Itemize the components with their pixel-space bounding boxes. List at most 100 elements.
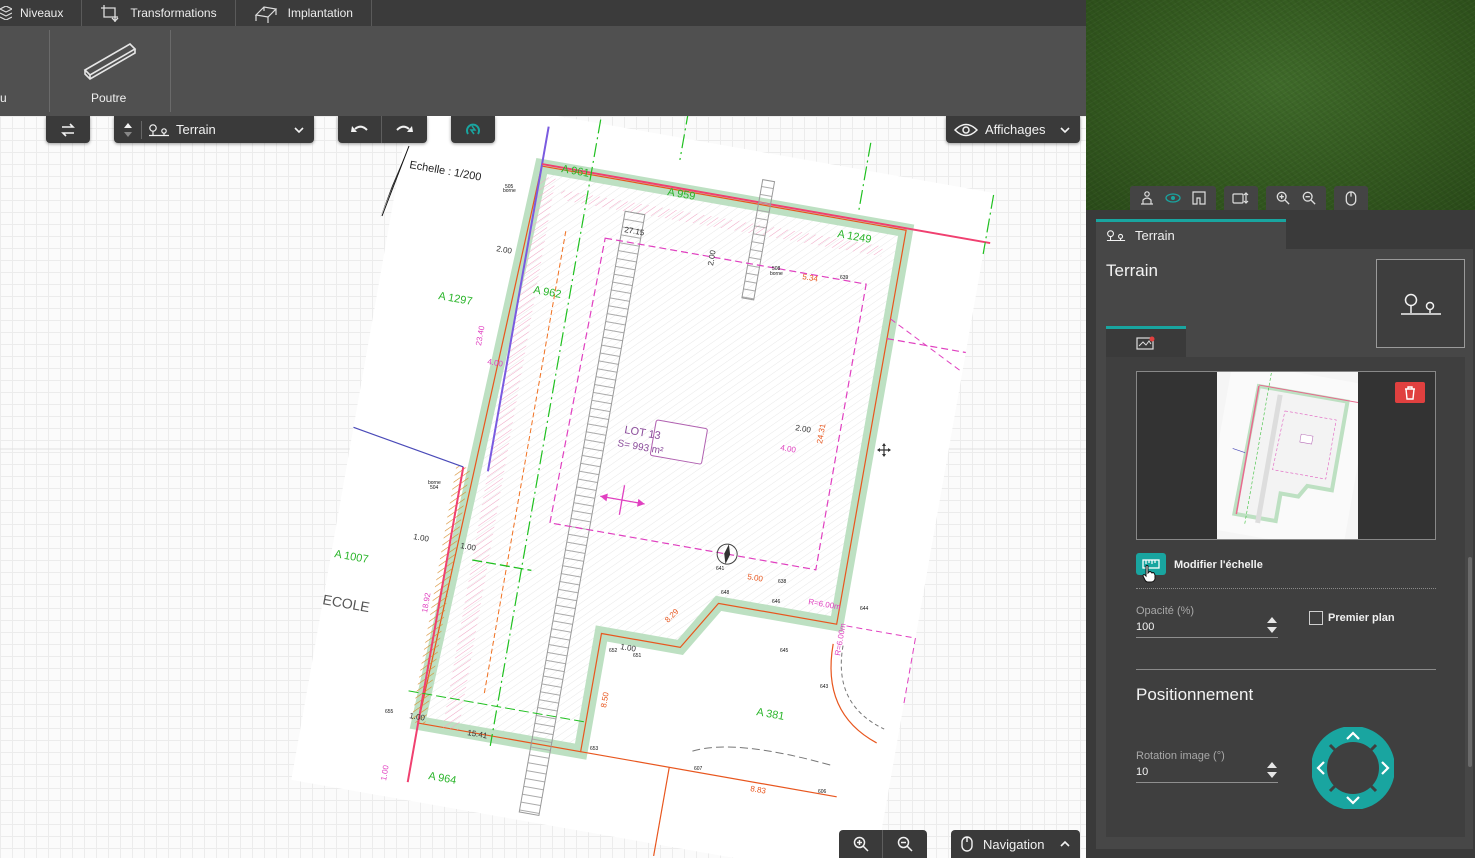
opacity-value: 100 (1136, 621, 1155, 633)
mouse-icon (1345, 190, 1357, 206)
level-select-divider (141, 120, 142, 139)
panel-body: Terrain Modifier l'échelle Opacité (%) 1… (1096, 249, 1473, 849)
menu-niveaux[interactable]: Niveaux (0, 0, 83, 26)
preview-mouse-group (1334, 186, 1368, 210)
positioning-title: Positionnement (1136, 685, 1254, 704)
plan-icon (1192, 191, 1206, 205)
plan-thumbnail-drawing (1217, 372, 1358, 539)
swap-icon (61, 122, 75, 137)
updown-icon (124, 122, 132, 137)
borne-label: borne (770, 271, 783, 277)
point-id: 645 (780, 648, 789, 654)
plan-view-button[interactable] (1186, 187, 1212, 209)
orbit-icon (1165, 193, 1181, 203)
point-id: 648 (721, 590, 730, 596)
chevron-up-icon (1060, 840, 1070, 847)
zoom-out-icon (1302, 191, 1316, 205)
top-menu: Niveaux Transformations Implantation (0, 0, 1086, 26)
navigation-label: Navigation (983, 836, 1045, 852)
divider (1136, 588, 1436, 589)
menu-niveaux-label: Niveaux (20, 6, 64, 20)
rotation-underline (1136, 782, 1278, 783)
plan-drawing: Echelle : 1/200 A 961 A 959 A 1249 A 129… (0, 116, 1086, 858)
position-dpad (1312, 727, 1394, 809)
rotation-value: 10 (1136, 766, 1149, 778)
point-id: 641 (716, 566, 725, 572)
display-label: Affichages (985, 122, 1046, 137)
zoom-in-icon (853, 836, 869, 852)
menu-implantation-label: Implantation (287, 6, 353, 20)
rotation-input[interactable]: 10 (1136, 762, 1278, 784)
beam-icon (83, 43, 137, 80)
undo-button[interactable] (338, 116, 382, 143)
trash-icon (1405, 385, 1415, 400)
zoom-out-icon (897, 836, 913, 852)
menu-transformations[interactable]: Transformations (82, 0, 236, 26)
rotation-label: Rotation image (°) (1136, 750, 1225, 762)
point-id: 607 (694, 766, 703, 772)
redo-button[interactable] (382, 116, 426, 143)
point-id: 638 (778, 579, 787, 585)
image-preview-frame (1136, 371, 1436, 540)
rotation-stepper[interactable] (1266, 760, 1278, 780)
tab-image-layer[interactable] (1106, 326, 1186, 357)
magnet-icon (466, 123, 480, 135)
foreground-checkbox[interactable] (1309, 611, 1323, 625)
undo-icon (350, 125, 368, 132)
poutre-button[interactable]: Poutre (50, 26, 170, 116)
implantation-icon (254, 6, 277, 23)
image-settings: Modifier l'échelle Opacité (%) 100 Premi… (1106, 357, 1472, 837)
preview-zoom-in-button[interactable] (1270, 187, 1296, 209)
ribbon: u Poutre (0, 26, 1086, 116)
magnet-button[interactable] (451, 116, 495, 143)
tab-terrain[interactable]: Terrain (1096, 219, 1286, 249)
delete-image-button[interactable] (1395, 382, 1425, 403)
orbit-button[interactable] (1160, 187, 1186, 209)
3d-preview[interactable] (1086, 0, 1475, 210)
ribbon-cut-label: u (0, 91, 7, 105)
plan-thumbnail (1217, 372, 1358, 539)
walk-button[interactable] (1134, 187, 1160, 209)
point-id: 652 (609, 648, 618, 654)
menu-implantation[interactable]: Implantation (236, 0, 372, 26)
walk-icon (1141, 191, 1153, 205)
opacity-stepper[interactable] (1266, 615, 1278, 635)
point-id: 644 (860, 606, 869, 612)
zoom-group (839, 830, 927, 858)
modify-scale-label: Modifier l'échelle (1174, 559, 1263, 571)
image-layer-icon (1136, 336, 1155, 350)
opacity-label: Opacité (%) (1136, 605, 1195, 617)
transform-icon (101, 5, 119, 22)
plan-canvas[interactable]: Echelle : 1/200 A 961 A 959 A 1249 A 129… (0, 116, 1086, 858)
zoom-in-icon (1276, 191, 1290, 205)
panel-scrollbar[interactable] (1468, 557, 1472, 767)
camera-height-button[interactable] (1228, 187, 1254, 209)
zoom-in-button[interactable] (839, 830, 883, 858)
terrain-preview-box (1376, 259, 1465, 348)
level-select[interactable]: Terrain (114, 116, 314, 143)
display-dropdown[interactable]: Affichages (946, 116, 1080, 143)
borne-label: borne (428, 480, 441, 486)
level-select-value: Terrain (176, 122, 216, 137)
undo-redo-group (338, 116, 427, 143)
foreground-label: Premier plan (1328, 612, 1395, 624)
mouse-icon (961, 836, 973, 852)
panel-title: Terrain (1106, 261, 1158, 280)
point-id: 653 (590, 746, 599, 752)
tab-terrain-label: Terrain (1135, 228, 1175, 243)
opacity-input[interactable]: 100 (1136, 617, 1278, 639)
properties-panel: Terrain Terrain Modifier l'échelle Opaci… (1086, 210, 1475, 858)
preview-zoom-group (1266, 186, 1326, 210)
preview-zoom-out-button[interactable] (1296, 187, 1322, 209)
camera-height-group (1224, 186, 1258, 210)
chevron-down-icon (294, 126, 304, 133)
ribbon-separator (170, 30, 171, 112)
zoom-out-button[interactable] (883, 830, 927, 858)
terrain-icon (1400, 293, 1441, 315)
opacity-underline (1136, 637, 1278, 638)
point-id: 655 (385, 709, 394, 715)
swap-button[interactable] (46, 116, 90, 143)
navigation-dropdown[interactable]: Navigation (951, 830, 1080, 858)
preview-mouse-button[interactable] (1338, 187, 1364, 209)
eye-icon (954, 123, 978, 136)
